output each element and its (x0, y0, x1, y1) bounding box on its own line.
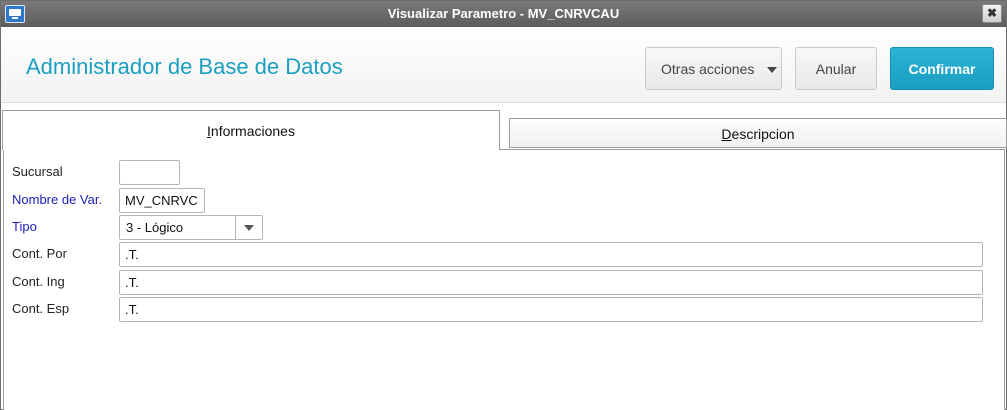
page-title: Administrador de Base de Datos (26, 54, 343, 79)
sucursal-label: Sucursal (12, 164, 63, 179)
confirm-label: Confirmar (908, 60, 976, 77)
caret-down-icon (767, 67, 777, 73)
cont-ing-label: Cont. Ing (12, 274, 65, 289)
sucursal-field[interactable] (119, 160, 180, 185)
confirm-button[interactable]: Confirmar (890, 47, 994, 90)
tipo-select[interactable]: 3 - Lógico (119, 215, 263, 240)
tab-descripcion-accesskey: D (721, 126, 732, 142)
more-actions-button[interactable]: Otras acciones (645, 47, 782, 90)
dialog-window: Visualizar Parametro - MV_CNRVCAU ✖ Admi… (0, 0, 1007, 410)
cont-ing-field[interactable]: .T. (119, 270, 983, 295)
tab-bar: Informaciones Descripcion (1, 109, 1007, 150)
header-bar: Administrador de Base de Datos Otras acc… (1, 27, 1006, 103)
nombre-var-field[interactable]: MV_CNRVC (119, 188, 205, 213)
tab-informaciones-label: nformaciones (210, 123, 295, 139)
tipo-label: Tipo (12, 219, 37, 234)
nombre-var-label: Nombre de Var. (12, 192, 103, 207)
tab-descripcion[interactable]: Descripcion (509, 118, 1007, 148)
cancel-label: Anular (815, 60, 857, 77)
cont-por-field[interactable]: .T. (119, 242, 983, 267)
cancel-button[interactable]: Anular (795, 47, 877, 90)
informaciones-panel: Sucursal Nombre de Var. MV_CNRVC Tipo 3 … (3, 149, 1005, 410)
more-actions-label: Otras acciones (661, 60, 755, 77)
window-title: Visualizar Parametro - MV_CNRVCAU (387, 6, 620, 21)
cont-esp-field[interactable]: .T. (119, 297, 983, 322)
tipo-selected-value: 3 - Lógico (126, 220, 184, 235)
cont-por-label: Cont. Por (12, 246, 67, 261)
tab-descripcion-label: escripcion (731, 126, 795, 142)
title-bar: Visualizar Parametro - MV_CNRVCAU ✖ (1, 1, 1006, 27)
tab-informaciones[interactable]: Informaciones (2, 110, 500, 150)
cont-esp-label: Cont. Esp (12, 301, 70, 316)
close-button[interactable]: ✖ (982, 4, 1002, 23)
chevron-down-icon[interactable] (235, 216, 262, 239)
